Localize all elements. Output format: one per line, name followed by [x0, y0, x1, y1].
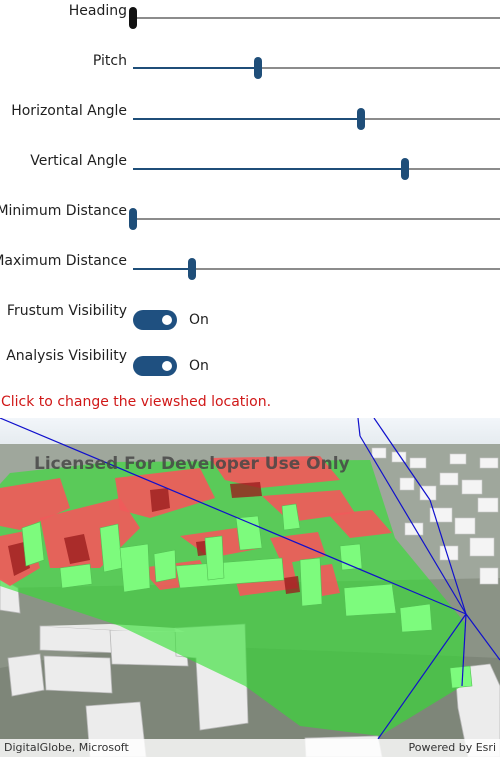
pitch-label: Pitch — [92, 53, 127, 69]
vertical-angle-fill — [133, 168, 405, 170]
maximum-distance-thumb[interactable] — [187, 258, 196, 280]
vertical-angle-row: Vertical Angle — [0, 150, 500, 190]
frustum-visibility-row: Frustum Visibility On — [0, 300, 500, 340]
attribution-right[interactable]: Powered by Esri — [408, 741, 496, 754]
analysis-visibility-toggle[interactable] — [133, 356, 177, 376]
pitch-thumb[interactable] — [253, 57, 262, 79]
attribution-left: DigitalGlobe, Microsoft — [4, 741, 129, 754]
vertical-angle-thumb[interactable] — [400, 158, 409, 180]
minimum-distance-label: Minimum Distance — [0, 203, 127, 219]
horizontal-angle-thumb[interactable] — [356, 108, 365, 130]
frustum-visibility-state: On — [189, 312, 209, 328]
minimum-distance-thumb[interactable] — [129, 208, 137, 230]
horizontal-angle-slider[interactable] — [133, 108, 500, 130]
analysis-visibility-row: Analysis Visibility On — [0, 346, 500, 386]
pitch-slider[interactable] — [133, 57, 500, 79]
pitch-fill — [133, 67, 258, 69]
horizontal-angle-fill — [133, 118, 361, 120]
vertical-angle-slider[interactable] — [133, 158, 500, 180]
toggle-knob — [162, 315, 172, 325]
toggle-knob — [162, 361, 172, 371]
frustum-visibility-label: Frustum Visibility — [6, 303, 127, 319]
maximum-distance-label: Maximum Distance — [0, 253, 127, 269]
heading-row: Heading — [0, 0, 500, 40]
heading-slider[interactable] — [129, 7, 500, 29]
license-watermark: Licensed For Developer Use Only — [34, 454, 350, 474]
horizontal-angle-row: Horizontal Angle — [0, 100, 500, 140]
pitch-row: Pitch — [0, 50, 500, 90]
minimum-distance-row: Minimum Distance — [0, 200, 500, 240]
heading-label: Heading — [68, 3, 127, 19]
analysis-visibility-label: Analysis Visibility — [6, 348, 127, 364]
scene-view[interactable]: Licensed For Developer Use Only DigitalG… — [0, 418, 500, 757]
maximum-distance-row: Maximum Distance — [0, 250, 500, 290]
minimum-distance-slider[interactable] — [129, 208, 500, 230]
heading-thumb[interactable] — [129, 7, 137, 29]
maximum-distance-slider[interactable] — [133, 258, 500, 280]
attribution-bar: DigitalGlobe, Microsoft Powered by Esri — [0, 739, 500, 757]
vertical-angle-label: Vertical Angle — [30, 153, 127, 169]
horizontal-angle-label: Horizontal Angle — [11, 103, 127, 119]
frustum-visibility-toggle[interactable] — [133, 310, 177, 330]
analysis-visibility-state: On — [189, 358, 209, 374]
instruction-text: Click to change the viewshed location. — [1, 394, 272, 410]
maximum-distance-fill — [133, 268, 192, 270]
